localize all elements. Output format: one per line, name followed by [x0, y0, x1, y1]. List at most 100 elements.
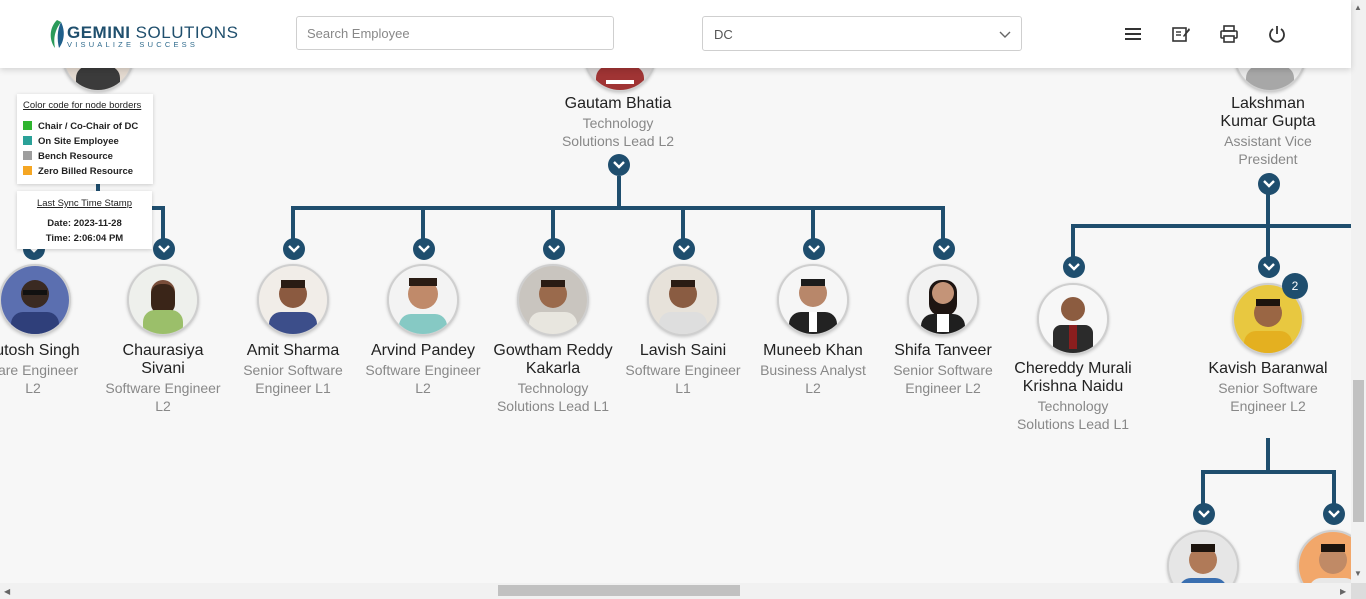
color-legend: Color code for node borders Chair / Co-C…	[17, 94, 153, 184]
notification-badge: 2	[1282, 273, 1308, 299]
employee-role: ware Engineer	[0, 362, 79, 378]
employee-role: Solutions Lead L1	[1016, 416, 1130, 432]
employee-role: Software Engineer	[365, 362, 481, 378]
legend-item: Bench Resource	[23, 151, 113, 162]
connector-line	[617, 176, 621, 208]
scrollbar-corner	[1351, 583, 1366, 599]
employee-name[interactable]: hutosh Singh	[0, 342, 103, 360]
header-bar: GEMINI SOLUTIONS VISUALIZE SUCCESS DC	[0, 0, 1351, 68]
avatar[interactable]	[517, 264, 589, 336]
expand-caret-icon[interactable]	[608, 154, 630, 176]
manager-role: Assistant Vice	[1224, 133, 1312, 149]
sync-date: Date: 2023-11-28	[47, 218, 122, 229]
avatar[interactable]	[0, 264, 71, 336]
employee-name[interactable]: Amit Sharma	[223, 342, 363, 360]
manager-name[interactable]: Gautam Bhatia	[548, 95, 688, 113]
employee-name[interactable]: Kavish Baranwal	[1198, 360, 1338, 378]
connector-line	[291, 206, 945, 210]
connector-line	[941, 206, 945, 240]
edit-note-icon[interactable]	[1171, 24, 1191, 44]
menu-icon[interactable]	[1123, 24, 1143, 44]
vertical-scroll-thumb[interactable]	[1353, 380, 1364, 522]
expand-caret-icon[interactable]	[543, 238, 565, 260]
legend-swatch	[23, 166, 32, 175]
employee-name[interactable]: Muneeb Khan	[743, 342, 883, 360]
horizontal-scroll-thumb[interactable]	[498, 585, 740, 596]
legend-item: On Site Employee	[23, 136, 119, 147]
expand-caret-icon[interactable]	[933, 238, 955, 260]
employee-name[interactable]: Shifa Tanveer	[873, 342, 1013, 360]
org-chart[interactable]: Gautam Bhatia Technology Solutions Lead …	[0, 0, 1351, 583]
search-input[interactable]	[296, 16, 614, 50]
employee-role: Software Engineer	[625, 362, 741, 378]
expand-caret-icon[interactable]	[1258, 256, 1280, 278]
legend-title: Color code for node borders	[23, 100, 142, 111]
avatar[interactable]	[647, 264, 719, 336]
manager-role: Technology	[582, 115, 654, 131]
avatar[interactable]	[127, 264, 199, 336]
dc-select-value: DC	[714, 27, 733, 42]
avatar[interactable]	[907, 264, 979, 336]
sync-timestamp: Last Sync Time Stamp Date: 2023-11-28 Ti…	[17, 191, 152, 249]
expand-caret-icon[interactable]	[1258, 173, 1280, 195]
expand-caret-icon[interactable]	[803, 238, 825, 260]
manager-name[interactable]: Kumar Gupta	[1198, 113, 1338, 131]
connector-line	[811, 206, 815, 240]
legend-item: Zero Billed Resource	[23, 166, 133, 177]
employee-role: Engineer L2	[1230, 398, 1306, 414]
print-icon[interactable]	[1219, 24, 1239, 44]
company-logo[interactable]: GEMINI SOLUTIONS VISUALIZE SUCCESS	[47, 18, 238, 52]
avatar[interactable]	[1037, 283, 1109, 355]
employee-role: Engineer L1	[255, 380, 331, 396]
employee-name[interactable]: Lavish Saini	[613, 342, 753, 360]
employee-role: Business Analyst	[760, 362, 866, 378]
expand-caret-icon[interactable]	[1063, 256, 1085, 278]
scroll-left-arrow-icon[interactable]: ◀	[4, 587, 10, 596]
employee-name[interactable]: Chaurasiya	[93, 342, 233, 360]
employee-name[interactable]: Kakarla	[483, 360, 623, 378]
scroll-up-arrow-icon[interactable]: ▲	[1354, 3, 1362, 12]
avatar[interactable]	[1297, 530, 1351, 583]
connector-line	[291, 206, 295, 240]
sync-time: Time: 2:06:04 PM	[45, 233, 124, 244]
employee-role: L2	[25, 380, 41, 396]
connector-line	[551, 206, 555, 240]
power-icon[interactable]	[1267, 24, 1287, 44]
employee-name[interactable]: Chereddy Murali	[1003, 360, 1143, 378]
avatar[interactable]	[1167, 530, 1239, 583]
legend-item: Chair / Co-Chair of DC	[23, 121, 138, 132]
leaf-logo-icon	[50, 20, 64, 48]
connector-line	[1071, 224, 1351, 228]
legend-swatch	[23, 151, 32, 160]
scroll-down-arrow-icon[interactable]: ▼	[1354, 569, 1362, 578]
connector-line	[1332, 470, 1336, 506]
employee-name[interactable]: Krishna Naidu	[1003, 378, 1143, 396]
expand-caret-icon[interactable]	[413, 238, 435, 260]
chevron-down-icon	[999, 31, 1011, 38]
employee-role: Technology	[1037, 398, 1109, 414]
connector-line	[681, 206, 685, 240]
employee-role: Senior Software	[243, 362, 343, 378]
dc-select[interactable]: DC	[702, 16, 1022, 51]
connector-line	[1201, 470, 1336, 474]
legend-swatch	[23, 121, 32, 130]
scroll-right-arrow-icon[interactable]: ▶	[1340, 587, 1346, 596]
connector-line	[161, 206, 165, 240]
connector-line	[1201, 470, 1205, 506]
expand-caret-icon[interactable]	[283, 238, 305, 260]
employee-name[interactable]: Sivani	[93, 360, 233, 378]
expand-caret-icon[interactable]	[1323, 503, 1345, 525]
employee-role: Senior Software	[1218, 380, 1318, 396]
connector-line	[1071, 224, 1075, 258]
expand-caret-icon[interactable]	[153, 238, 175, 260]
avatar[interactable]	[387, 264, 459, 336]
employee-name[interactable]: Arvind Pandey	[353, 342, 493, 360]
employee-name[interactable]: Gowtham Reddy	[483, 342, 623, 360]
expand-caret-icon[interactable]	[673, 238, 695, 260]
connector-line	[421, 206, 425, 240]
avatar[interactable]	[777, 264, 849, 336]
manager-role: Solutions Lead L2	[561, 133, 675, 149]
avatar[interactable]	[257, 264, 329, 336]
manager-name[interactable]: Lakshman	[1198, 95, 1338, 113]
expand-caret-icon[interactable]	[1193, 503, 1215, 525]
